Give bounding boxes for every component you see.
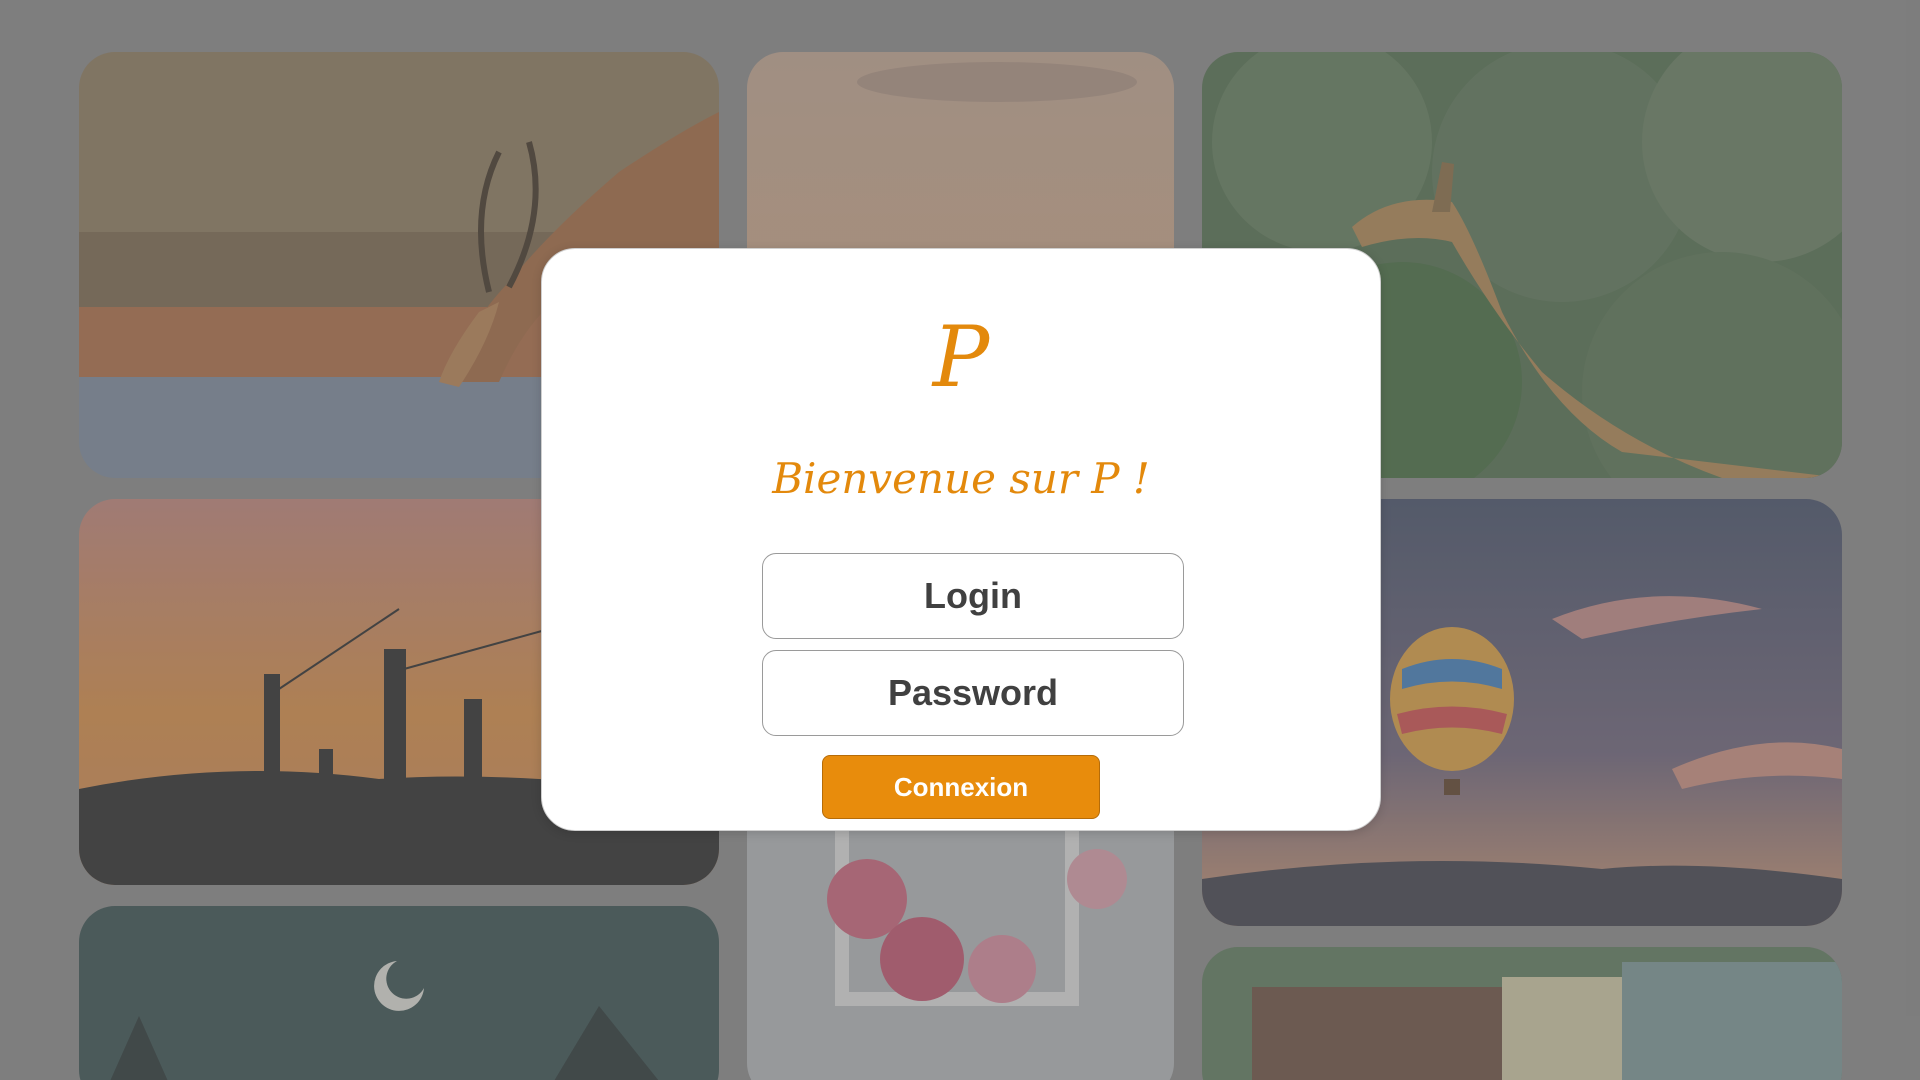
welcome-heading: Bienvenue sur P !	[772, 454, 1150, 503]
app-logo: P	[932, 308, 990, 406]
connexion-button[interactable]: Connexion	[822, 755, 1100, 819]
password-input[interactable]	[762, 650, 1184, 736]
login-input[interactable]	[762, 553, 1184, 639]
login-modal: P Bienvenue sur P ! Connexion	[541, 248, 1381, 831]
